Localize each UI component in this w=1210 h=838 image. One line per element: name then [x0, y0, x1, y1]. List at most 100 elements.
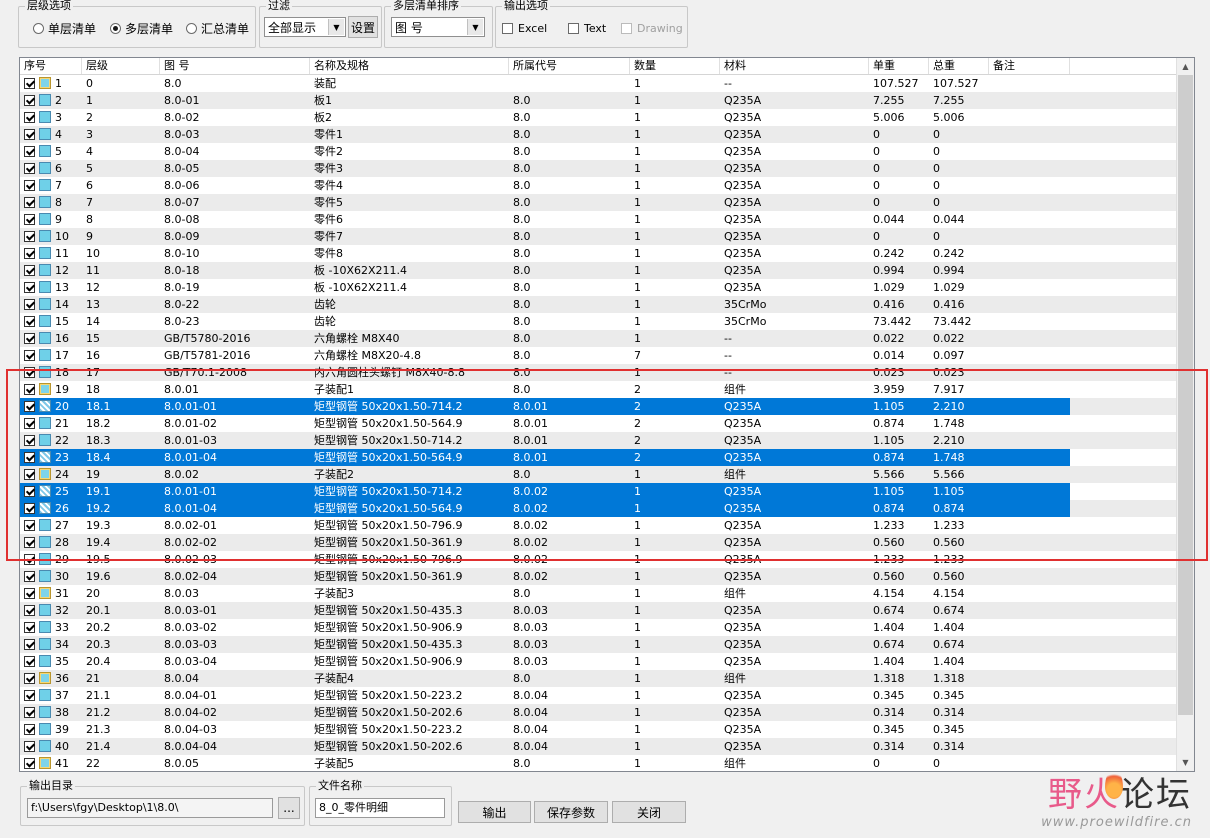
table-row[interactable]: 17 16 GB/T5781-2016 六角螺栓 M8X20-4.8 8.0 7 -- 0.0… — [20, 347, 1178, 364]
row-checkbox[interactable] — [24, 469, 35, 480]
row-checkbox[interactable] — [24, 588, 35, 599]
table-row[interactable]: 3 2 8.0-02 板2 8.0 1 Q235A 5.006 5.006 — [20, 109, 1178, 126]
table-row[interactable]: 30 19.6 8.0.02-04 矩型钢管 50x20x1.50-361.9 8.0.… — [20, 568, 1178, 585]
table-row[interactable]: 34 20.3 8.0.03-03 矩型钢管 50x20x1.50-435.3 8.0.… — [20, 636, 1178, 653]
table-row[interactable]: 6 5 8.0-05 零件3 8.0 1 Q235A 0 0 — [20, 160, 1178, 177]
table-row[interactable]: 29 19.5 8.0.02-03 矩型钢管 50x20x1.50-796.9 8.0.… — [20, 551, 1178, 568]
table-row[interactable]: 16 15 GB/T5780-2016 六角螺栓 M8X40 8.0 1 -- 0.022 0.… — [20, 330, 1178, 347]
table-row[interactable]: 32 20.1 8.0.03-01 矩型钢管 50x20x1.50-435.3 8.0.… — [20, 602, 1178, 619]
row-checkbox[interactable] — [24, 486, 35, 497]
table-row[interactable]: 14 13 8.0-22 齿轮 8.0 1 35CrMo 0.416 0.416 — [20, 296, 1178, 313]
table-row[interactable]: 12 11 8.0-18 板 -10X62X211.4 8.0 1 Q235A 0.994 0.… — [20, 262, 1178, 279]
row-checkbox[interactable] — [24, 690, 35, 701]
row-checkbox[interactable] — [24, 214, 35, 225]
row-checkbox[interactable] — [24, 673, 35, 684]
header-col-drawing-no[interactable]: 图 号 — [160, 58, 310, 74]
row-checkbox[interactable] — [24, 112, 35, 123]
table-row[interactable]: 10 9 8.0-09 零件7 8.0 1 Q235A 0 0 — [20, 228, 1178, 245]
header-col-remarks[interactable]: 备注 — [989, 58, 1070, 74]
row-checkbox[interactable] — [24, 520, 35, 531]
scroll-thumb[interactable] — [1178, 75, 1193, 715]
browse-button[interactable]: ... — [278, 797, 300, 819]
row-checkbox[interactable] — [24, 724, 35, 735]
save-params-button[interactable]: 保存参数 — [534, 801, 608, 823]
row-checkbox[interactable] — [24, 537, 35, 548]
text-checkbox[interactable]: Text — [568, 22, 606, 35]
table-row[interactable]: 24 19 8.0.02 子装配2 8.0 1 组件 5.566 5.566 — [20, 466, 1178, 483]
table-row[interactable]: 8 7 8.0-07 零件5 8.0 1 Q235A 0 0 — [20, 194, 1178, 211]
close-button[interactable]: 关闭 — [612, 801, 686, 823]
table-row[interactable]: 21 18.2 8.0.01-02 矩型钢管 50x20x1.50-564.9 8.0.… — [20, 415, 1178, 432]
row-checkbox[interactable] — [24, 571, 35, 582]
table-row[interactable]: 36 21 8.0.04 子装配4 8.0 1 组件 1.318 1.318 — [20, 670, 1178, 687]
row-checkbox[interactable] — [24, 146, 35, 157]
table-row[interactable]: 28 19.4 8.0.02-02 矩型钢管 50x20x1.50-361.9 8.0.… — [20, 534, 1178, 551]
header-col-total-weight[interactable]: 总重 — [929, 58, 989, 74]
row-checkbox[interactable] — [24, 180, 35, 191]
header-col-name-spec[interactable]: 名称及规格 — [310, 58, 509, 74]
row-checkbox[interactable] — [24, 333, 35, 344]
row-checkbox[interactable] — [24, 265, 35, 276]
header-col-quantity[interactable]: 数量 — [630, 58, 720, 74]
filter-select[interactable]: 全部显示 ▼ — [264, 17, 346, 37]
header-col-parent-code[interactable]: 所属代号 — [509, 58, 630, 74]
table-row[interactable]: 33 20.2 8.0.03-02 矩型钢管 50x20x1.50-906.9 8.0.… — [20, 619, 1178, 636]
row-checkbox[interactable] — [24, 367, 35, 378]
row-checkbox[interactable] — [24, 95, 35, 106]
table-row[interactable]: 18 17 GB/T70.1-2008 内六角圆柱头螺钉 M8X40-8.8 8.0 1 -… — [20, 364, 1178, 381]
radio-multi-level[interactable]: 多层清单 — [110, 20, 173, 37]
table-row[interactable]: 19 18 8.0.01 子装配1 8.0 2 组件 3.959 7.917 — [20, 381, 1178, 398]
row-checkbox[interactable] — [24, 299, 35, 310]
row-checkbox[interactable] — [24, 758, 35, 769]
bom-table[interactable]: 序号 层级图 号名称及规格 所属代号 数量 材料 单重 总重 备注 1 0 8.0 装配 1 -- 107… — [19, 57, 1195, 772]
table-row[interactable]: 23 18.4 8.0.01-04 矩型钢管 50x20x1.50-564.9 8.0.… — [20, 449, 1178, 466]
table-row[interactable]: 9 8 8.0-08 零件6 8.0 1 Q235A 0.044 0.044 — [20, 211, 1178, 228]
table-row[interactable]: 4 3 8.0-03 零件1 8.0 1 Q235A 0 0 — [20, 126, 1178, 143]
row-checkbox[interactable] — [24, 401, 35, 412]
row-checkbox[interactable] — [24, 129, 35, 140]
table-row[interactable]: 2 1 8.0-01 板1 8.0 1 Q235A 7.255 7.255 — [20, 92, 1178, 109]
sort-select[interactable]: 图 号 ▼ — [391, 17, 485, 37]
row-checkbox[interactable] — [24, 78, 35, 89]
filter-settings-button[interactable]: 设置 — [348, 16, 378, 38]
table-row[interactable]: 7 6 8.0-06 零件4 8.0 1 Q235A 0 0 — [20, 177, 1178, 194]
row-checkbox[interactable] — [24, 435, 35, 446]
table-row[interactable]: 40 21.4 8.0.04-04 矩型钢管 50x20x1.50-202.6 8.0.… — [20, 738, 1178, 755]
table-row[interactable]: 38 21.2 8.0.04-02 矩型钢管 50x20x1.50-202.6 8.0.… — [20, 704, 1178, 721]
table-row[interactable]: 22 18.3 8.0.01-03 矩型钢管 50x20x1.50-714.2 8.0.… — [20, 432, 1178, 449]
row-checkbox[interactable] — [24, 554, 35, 565]
file-name-field[interactable]: 8_0_零件明细 — [315, 798, 445, 818]
header-col-material[interactable]: 材料 — [720, 58, 869, 74]
row-checkbox[interactable] — [24, 282, 35, 293]
scroll-down-icon[interactable]: ▼ — [1177, 754, 1194, 771]
row-checkbox[interactable] — [24, 163, 35, 174]
table-row[interactable]: 26 19.2 8.0.01-04 矩型钢管 50x20x1.50-564.9 8.0.… — [20, 500, 1178, 517]
vertical-scrollbar[interactable]: ▲ ▼ — [1176, 58, 1194, 771]
radio-summary[interactable]: 汇总清单 — [186, 20, 249, 37]
row-checkbox[interactable] — [24, 639, 35, 650]
header-col-level[interactable]: 层级 — [82, 58, 160, 74]
table-row[interactable]: 13 12 8.0-19 板 -10X62X211.4 8.0 1 Q235A 1.029 1.… — [20, 279, 1178, 296]
header-col-index[interactable]: 序号 — [20, 58, 82, 74]
output-dir-field[interactable]: f:\Users\fgy\Desktop\1\8.0\ — [27, 798, 273, 818]
row-checkbox[interactable] — [24, 707, 35, 718]
row-checkbox[interactable] — [24, 656, 35, 667]
table-row[interactable]: 11 10 8.0-10 零件8 8.0 1 Q235A 0.242 0.242 — [20, 245, 1178, 262]
table-row[interactable]: 27 19.3 8.0.02-01 矩型钢管 50x20x1.50-796.9 8.0.… — [20, 517, 1178, 534]
export-button[interactable]: 输出 — [458, 801, 531, 823]
header-col-unit-weight[interactable]: 单重 — [869, 58, 929, 74]
table-row[interactable]: 5 4 8.0-04 零件2 8.0 1 Q235A 0 0 — [20, 143, 1178, 160]
row-checkbox[interactable] — [24, 503, 35, 514]
row-checkbox[interactable] — [24, 622, 35, 633]
radio-single-level[interactable]: 单层清单 — [33, 20, 96, 37]
table-row[interactable]: 1 0 8.0 装配 1 -- 107.527 107.527 — [20, 75, 1178, 92]
row-checkbox[interactable] — [24, 248, 35, 259]
table-row[interactable]: 15 14 8.0-23 齿轮 8.0 1 35CrMo 73.442 73.442 — [20, 313, 1178, 330]
row-checkbox[interactable] — [24, 231, 35, 242]
table-row[interactable]: 31 20 8.0.03 子装配3 8.0 1 组件 4.154 4.154 — [20, 585, 1178, 602]
table-row[interactable]: 39 21.3 8.0.04-03 矩型钢管 50x20x1.50-223.2 8.0.… — [20, 721, 1178, 738]
row-checkbox[interactable] — [24, 316, 35, 327]
row-checkbox[interactable] — [24, 197, 35, 208]
table-row[interactable]: 37 21.1 8.0.04-01 矩型钢管 50x20x1.50-223.2 8.0.… — [20, 687, 1178, 704]
row-checkbox[interactable] — [24, 418, 35, 429]
